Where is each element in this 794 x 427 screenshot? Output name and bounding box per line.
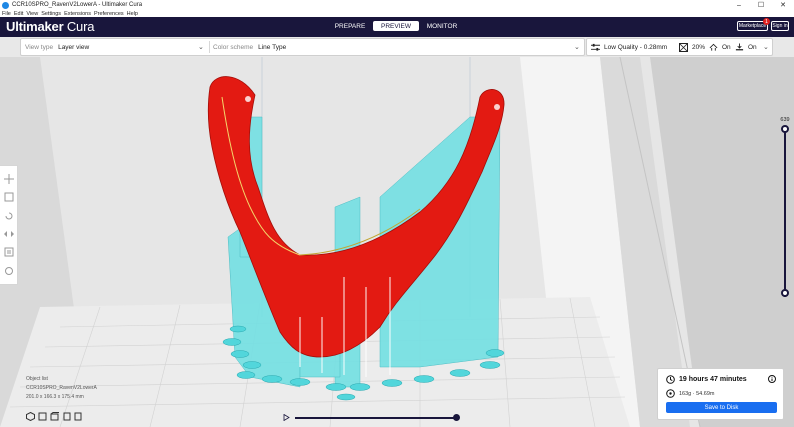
infill-value: 20%	[692, 43, 706, 51]
material-row: 163g · 54.69m	[666, 389, 714, 398]
close-button[interactable]: ✕	[772, 0, 794, 10]
view-type-label: View type	[25, 43, 54, 51]
spool-icon	[666, 389, 675, 398]
object-list-header[interactable]: Object list	[26, 376, 97, 382]
path-slider-track[interactable]	[295, 417, 457, 419]
notification-badge: 1	[763, 18, 770, 25]
layer-slider[interactable]: 639	[778, 117, 792, 302]
save-to-disk-button[interactable]: Save to Disk	[666, 402, 777, 413]
object-file-name[interactable]: CCR10SPRO_RavenV2LowerA	[26, 385, 97, 391]
print-time-row: 19 hours 47 minutes	[666, 375, 747, 384]
per-model-settings-icon[interactable]	[3, 246, 15, 258]
layer-slider-track[interactable]	[784, 127, 786, 297]
brand-bold: Ultimaker	[6, 19, 64, 34]
layer-number[interactable]: 639	[778, 117, 792, 123]
color-scheme-value: Line Type	[258, 43, 287, 51]
maximize-button[interactable]: ☐	[750, 0, 772, 10]
left-view-icon[interactable]	[62, 412, 71, 421]
scale-tool-icon[interactable]	[3, 191, 15, 203]
brand-logo: Ultimaker Cura	[6, 19, 94, 34]
cura-app-icon	[2, 1, 9, 9]
stage-tabs: PREPARE PREVIEW MONITOR	[327, 21, 465, 31]
adhesion-icon	[735, 42, 744, 52]
3d-view-icon[interactable]	[26, 412, 35, 421]
infill-icon	[679, 42, 688, 52]
adhesion-setting[interactable]: On	[735, 39, 757, 55]
support-value: On	[722, 43, 731, 51]
color-scheme-selector[interactable]: Color scheme Line Type	[213, 39, 286, 55]
layer-slider-upper-handle[interactable]	[781, 125, 789, 133]
window-title: CCR10SPRO_RavenV2LowerA - Ultimaker Cura	[12, 2, 143, 8]
adhesion-value: On	[748, 43, 757, 51]
print-time: 19 hours 47 minutes	[679, 376, 747, 383]
menu-edit[interactable]: Edit	[14, 11, 23, 17]
play-icon[interactable]	[283, 414, 290, 421]
profile-value: Low Quality - 0.28mm	[604, 43, 668, 51]
sign-in-button[interactable]: Sign in	[771, 21, 789, 31]
divider	[209, 41, 210, 53]
chevron-down-icon[interactable]: ⌄	[574, 43, 580, 51]
menu-view[interactable]: View	[26, 11, 38, 17]
view-type-selector[interactable]: View type Layer view	[25, 39, 89, 55]
profile-setting[interactable]: Low Quality - 0.28mm	[591, 39, 667, 55]
menu-help[interactable]: Help	[127, 11, 138, 17]
sliders-icon	[591, 43, 600, 52]
front-view-icon[interactable]	[38, 412, 47, 421]
info-icon[interactable]	[768, 375, 776, 383]
menu-file[interactable]: File	[2, 11, 11, 17]
move-tool-icon[interactable]	[3, 173, 15, 185]
view-type-value: Layer view	[58, 43, 90, 51]
window-title-bar: CCR10SPRO_RavenV2LowerA - Ultimaker Cura…	[0, 0, 794, 10]
tool-bar	[0, 165, 18, 285]
support-setting[interactable]: On	[709, 39, 731, 55]
object-list: Object list CCR10SPRO_RavenV2LowerA 201.…	[26, 376, 97, 403]
view-options-panel: View type Layer view ⌄ Color scheme Line…	[20, 38, 585, 56]
menu-extensions[interactable]: Extensions	[64, 11, 91, 17]
material-usage: 163g · 54.69m	[679, 390, 715, 397]
infill-setting[interactable]: 20%	[679, 39, 705, 55]
chevron-down-icon[interactable]: ⌄	[763, 43, 769, 51]
chevron-down-icon[interactable]: ⌄	[198, 43, 204, 51]
top-view-icon[interactable]	[50, 412, 59, 421]
right-view-icon[interactable]	[74, 412, 83, 421]
print-settings-panel[interactable]: Low Quality - 0.28mm 20% On On ⌄	[586, 38, 773, 56]
menu-settings[interactable]: Settings	[41, 11, 61, 17]
camera-view-buttons	[26, 412, 83, 421]
support-icon	[709, 43, 718, 52]
print-summary-card: 19 hours 47 minutes 163g · 54.69m Save t…	[657, 368, 784, 420]
minimize-button[interactable]: –	[728, 0, 750, 10]
support-blocker-icon[interactable]	[3, 265, 15, 277]
mirror-tool-icon[interactable]	[3, 228, 15, 240]
brand-light: Cura	[63, 19, 95, 34]
layer-slider-lower-handle[interactable]	[781, 289, 789, 297]
object-dimensions: 201.0 x 166.3 x 175.4 mm	[26, 394, 84, 400]
color-scheme-label: Color scheme	[213, 43, 254, 51]
marketplace-button[interactable]: Marketplace 1	[737, 18, 770, 31]
rotate-tool-icon[interactable]	[3, 210, 15, 222]
clock-icon	[666, 375, 675, 384]
menu-preferences[interactable]: Preferences	[94, 11, 124, 17]
menu-bar: File Edit View Settings Extensions Prefe…	[0, 10, 794, 17]
path-slider-handle[interactable]	[453, 414, 460, 421]
app-header: Ultimaker Cura PREPARE PREVIEW MONITOR M…	[0, 17, 794, 37]
marketplace-label: Marketplace	[738, 23, 767, 29]
tab-monitor[interactable]: MONITOR	[419, 21, 465, 31]
tab-preview[interactable]: PREVIEW	[373, 21, 419, 31]
tab-prepare[interactable]: PREPARE	[327, 21, 373, 31]
